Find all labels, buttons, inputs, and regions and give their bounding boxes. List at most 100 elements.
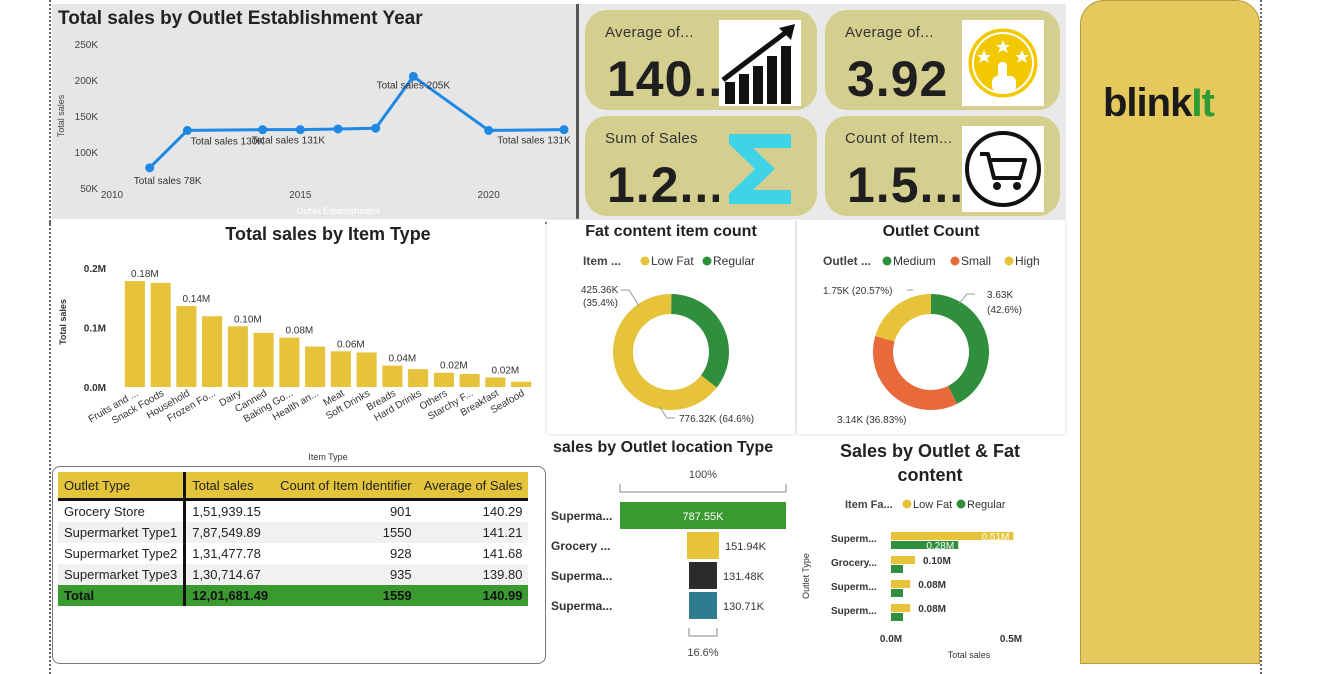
kpi-value: 1.5... [847,157,965,213]
bar [485,377,506,387]
data-label: 130.71K [723,601,765,613]
legend-marker [902,499,912,509]
data-label: 131.48K [723,571,765,583]
legend-marker [950,256,960,266]
data-label: 151.94K [725,541,767,553]
item-type-panel: Total sales by Item Type 0.0M 0.1M 0.2M Tot… [52,222,544,466]
kpi-card-count-items[interactable]: Count of Item... 1.5... [825,116,1060,216]
legend-marker [702,256,712,266]
kpi-card-sum-sales[interactable]: Sum of Sales 1.2... [585,116,817,216]
funnel-bottom-label: 16.6% [687,647,718,659]
data-label: Total sales 131K [497,136,571,147]
y-tick-label: 0.1M [84,324,106,335]
funnel-bracket [619,484,787,493]
table-cell: 140.29 [482,504,523,519]
outlet-fat-bar-chart[interactable]: Item Fa... Low Fat Regular Outlet Type Super… [795,436,1065,664]
table-cell: 928 [389,546,412,561]
x-tick-label: 0.0M [880,634,902,645]
legend-label: Regular [967,499,1006,511]
data-label: 776.32K (64.6%) [679,414,754,425]
bar [279,337,300,387]
fat-content-panel: Fat content item count Item ... Low Fat Re… [547,220,795,434]
bar [176,306,197,387]
data-label: 0.08M [918,580,946,591]
kpi-value: 140.. [607,51,724,107]
data-label: Total sales 131K [252,136,326,147]
table-row[interactable]: Supermarket Type1 7,87,549.89 1550 141.2… [58,522,529,543]
y-tick-label: 0.2M [84,264,106,275]
kpi-label: Average of... [605,24,694,41]
table-row[interactable]: Supermarket Type2 1,31,477.78 928 141.68 [58,543,528,564]
table-header-average[interactable]: Average of Sales [417,472,529,501]
star-rating-icon [962,20,1044,106]
kpi-label: Count of Item... [845,130,953,147]
legend-marker [882,256,892,266]
category-label: Superm... [831,606,877,617]
data-label: 0.18M [131,269,159,280]
table-row[interactable]: Grocery Store 1,51,939.15 901 140.29 [58,499,528,522]
kpi-card-average-rating[interactable]: Average of... 3.92 [825,10,1060,110]
location-funnel-chart[interactable]: 100% Superma... 787.55K Grocery ... 151.94K S… [547,436,793,664]
x-axis-label: Item Type [308,452,347,462]
table-cell: Supermarket Type2 [58,543,187,564]
bar [305,346,326,387]
y-tick-label: 50K [80,184,98,195]
brand-logo-green: It [1191,81,1214,125]
data-point [145,163,155,173]
x-axis-label: Outlet Establishment [296,206,380,216]
kpi-value: 3.92 [847,51,949,107]
table-row[interactable]: Supermarket Type3 1,30,714.67 935 139.80 [58,564,529,585]
table-header-outlet-type[interactable]: Outlet Type [58,472,187,501]
outlet-count-donut[interactable]: Outlet ... Medium Small High 3.63K (42.6%) 3.1… [797,220,1065,434]
brand-panel: blinkIt [1080,0,1260,664]
bar [227,326,248,387]
data-point [182,125,192,135]
dotted-border-right [1260,0,1262,674]
brand-logo[interactable]: blinkIt [1103,81,1215,126]
data-label: 0.10M [234,314,262,325]
line-chart[interactable]: 50K100K150K200K250K2010 2015 2020Total sal… [52,4,576,219]
legend-label: Medium [893,254,936,268]
table-cell: 1,30,714.67 [184,564,275,585]
data-point [295,125,305,135]
bar [891,604,911,612]
legend-label: Small [961,254,991,268]
data-label: 0.02M [440,361,468,372]
y-axis-label: Outlet Type [801,553,811,599]
fat-content-donut[interactable]: Item ... Low Fat Regular 425.36K (35.4%) 776.… [547,220,795,434]
location-panel: sales by Outlet location Type 100% Superm… [547,436,793,664]
table-header-total-sales[interactable]: Total sales [184,472,275,501]
y-axis-label: Total sales [56,94,66,137]
table-header-count[interactable]: Count of Item Identifier [274,472,418,501]
item-type-bar-chart[interactable]: 0.0M0.1M0.2MTotal salesItem Type0.18MFru… [52,222,544,466]
table-total-row[interactable]: Total 12,01,681.49 1559 140.99 [58,585,529,606]
legend-label: Regular [713,254,755,268]
series-line [148,74,565,169]
data-point [484,125,494,135]
legend-title: Item Fa... [845,499,893,511]
data-label: 3.14K (36.83%) [837,415,907,426]
x-tick-label: 0.5M [1000,634,1022,645]
funnel-bracket [688,628,718,637]
y-tick-label: 0.0M [84,383,106,394]
data-label: 3.63K [987,290,1013,301]
table-cell: 141.21 [417,522,529,543]
table-cell: 7,87,549.89 [184,522,275,543]
table-header-row: Outlet Type Total sales Count of Item Id… [58,472,529,501]
kpi-label: Sum of Sales [605,130,698,147]
x-tick-label: 2020 [478,190,501,201]
data-label: (42.6%) [987,305,1022,316]
data-label: 0.08M [918,604,946,615]
data-point [371,123,381,133]
table-cell: 12,01,681.49 [184,585,275,606]
data-label: (35.4%) [583,298,618,309]
sigma-icon [719,126,801,212]
bar [891,556,915,564]
data-label: 0.08M [285,326,313,337]
dotted-border-left [49,0,51,674]
y-tick-label: 150K [75,112,99,123]
kpi-card-average-sales[interactable]: Average of... 140.. [585,10,817,110]
category-label: Superm... [831,534,877,545]
bar [891,565,903,573]
data-label: 425.36K [581,285,619,296]
